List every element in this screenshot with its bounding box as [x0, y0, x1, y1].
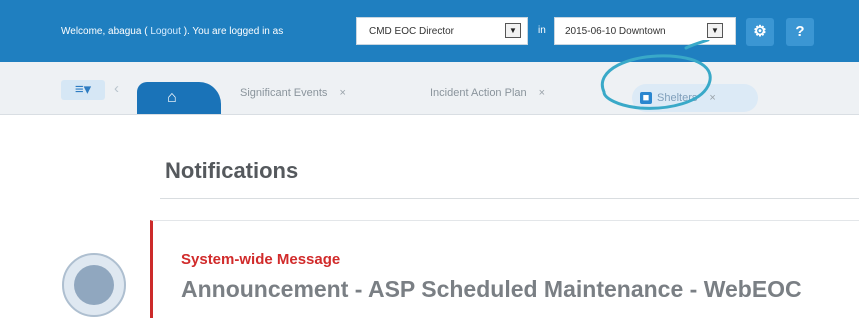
tab-shelters[interactable]: ■ Shelters ×: [632, 84, 758, 112]
tab-label: Significant Events: [240, 87, 328, 99]
welcome-suffix: ). You are logged in as: [183, 26, 284, 37]
home-icon: ⌂: [167, 89, 177, 106]
position-select-value: CMD EOC Director: [369, 26, 455, 37]
tab-home[interactable]: ⌂: [137, 82, 221, 114]
close-icon[interactable]: ×: [539, 87, 545, 99]
incident-select[interactable]: 2015-06-10 Downtown ▼: [554, 17, 736, 45]
seal-emblem: [74, 265, 114, 305]
tab-label: Shelters: [657, 92, 698, 104]
settings-button[interactable]: ⚙: [746, 18, 774, 46]
system-message-card[interactable]: System-wide Message Announcement - ASP S…: [150, 220, 859, 318]
tab-incident-action-plan[interactable]: Incident Action Plan ×: [430, 82, 545, 114]
hamburger-menu-icon: ≡▾: [74, 81, 92, 98]
welcome-text: Welcome, abagua ( Logout ). You are logg…: [61, 26, 283, 37]
question-icon: ?: [795, 23, 805, 40]
shelter-icon: ■: [640, 92, 652, 105]
close-icon[interactable]: ×: [339, 87, 345, 99]
in-label: in: [538, 25, 546, 36]
tab-label: Incident Action Plan: [430, 87, 527, 99]
welcome-prefix: Welcome, abagua (: [61, 26, 148, 37]
position-select[interactable]: CMD EOC Director ▼: [356, 17, 528, 45]
close-icon[interactable]: ×: [709, 92, 715, 104]
incident-select-value: 2015-06-10 Downtown: [565, 26, 666, 37]
chevron-down-icon[interactable]: ▼: [505, 23, 521, 38]
gear-icon: ⚙: [753, 23, 767, 40]
tab-bar: ≡▾ ‹ ⌂ Significant Events × Incident Acti…: [0, 62, 859, 115]
tab-significant-events[interactable]: Significant Events ×: [240, 82, 346, 114]
help-button[interactable]: ?: [786, 18, 814, 46]
page-title: Notifications: [165, 158, 299, 183]
message-heading: Announcement - ASP Scheduled Maintenance…: [181, 276, 802, 302]
chevron-down-icon[interactable]: ▼: [707, 23, 723, 38]
logout-link[interactable]: Logout: [150, 26, 181, 37]
agency-seal-logo: [62, 253, 126, 317]
chevron-left-icon[interactable]: ‹: [114, 80, 119, 97]
divider: [160, 198, 859, 199]
top-bar: Welcome, abagua ( Logout ). You are logg…: [0, 0, 859, 62]
message-title: System-wide Message: [181, 251, 341, 268]
menu-button[interactable]: ≡▾: [61, 80, 105, 100]
